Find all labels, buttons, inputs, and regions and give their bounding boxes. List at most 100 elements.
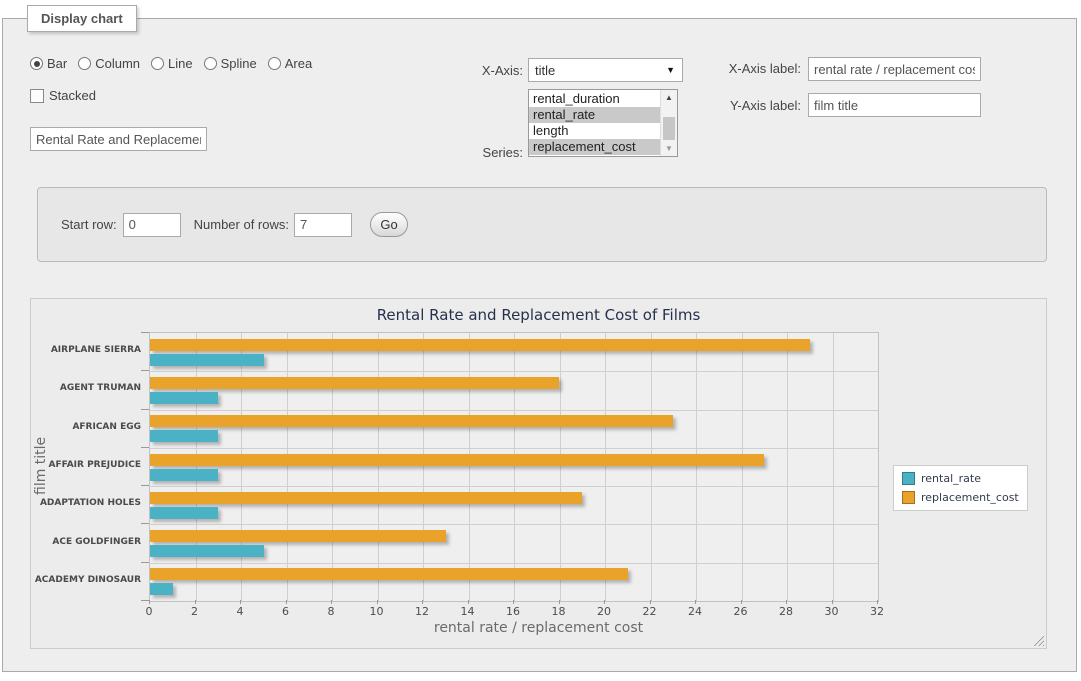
bar-replacement_cost [150, 415, 673, 427]
scroll-up-icon[interactable]: ▲ [661, 90, 677, 105]
series-multiselect[interactable]: rental_durationrental_ratelengthreplacem… [528, 89, 678, 157]
legend-item: rental_rate [902, 472, 1019, 485]
chart-x-axis-title: rental rate / replacement cost [31, 620, 1046, 636]
x-tick-mark [741, 600, 742, 604]
go-button[interactable]: Go [370, 212, 408, 237]
y-tick-mark [141, 562, 149, 563]
radio-label: Spline [221, 56, 257, 71]
number-of-rows-label: Number of rows: [194, 217, 289, 232]
bar-rental_rate [150, 583, 173, 595]
gridline [787, 333, 788, 601]
stacked-label: Stacked [49, 88, 96, 103]
bar-replacement_cost [150, 530, 446, 542]
x-tick-label: 10 [370, 605, 384, 618]
bar-replacement_cost [150, 568, 628, 580]
bar-replacement_cost [150, 339, 810, 351]
category-label: ACADEMY DINOSAUR [34, 575, 141, 585]
series-option-rental_duration[interactable]: rental_duration [529, 91, 660, 107]
y-tick-mark [141, 447, 149, 448]
bar-rental_rate [150, 545, 264, 557]
radio-label: Line [168, 56, 193, 71]
chart-legend: rental_rate replacement_cost [893, 465, 1028, 511]
y-tick-mark [141, 523, 149, 524]
gridline [150, 524, 878, 525]
y-axis-label-field-label: Y-Axis label: [701, 98, 801, 113]
panel-legend: Display chart [27, 5, 137, 32]
radio-icon [30, 57, 43, 70]
resize-handle-icon[interactable] [1033, 635, 1044, 646]
x-tick-label: 14 [461, 605, 475, 618]
gridline [150, 371, 878, 372]
chart-title-input[interactable] [30, 127, 207, 151]
x-tick-mark [331, 600, 332, 604]
series-option-rental_rate[interactable]: rental_rate [529, 107, 660, 123]
gridline [196, 333, 197, 601]
gridline [605, 333, 606, 601]
x-tick-label: 6 [282, 605, 289, 618]
chart-type-radio-column[interactable]: Column [78, 56, 140, 71]
gridline [469, 333, 470, 601]
category-label: AIRPLANE SIERRA [34, 345, 141, 355]
legend-label: replacement_cost [921, 491, 1019, 504]
x-tick-mark [468, 600, 469, 604]
y-tick-mark [141, 600, 149, 601]
chart-type-radio-area[interactable]: Area [268, 56, 312, 71]
gridline [332, 333, 333, 601]
gridline [378, 333, 379, 601]
start-row-input[interactable] [123, 213, 181, 237]
bar-replacement_cost [150, 377, 559, 389]
x-tick-mark [832, 600, 833, 604]
chart-type-radio-group: Bar Column Line Spline Area [30, 56, 312, 71]
series-option-length[interactable]: length [529, 123, 660, 139]
number-of-rows-input[interactable] [294, 213, 352, 237]
x-tick-label: 24 [688, 605, 702, 618]
x-tick-mark [604, 600, 605, 604]
scrollbar-thumb[interactable] [663, 117, 675, 140]
x-tick-mark [650, 600, 651, 604]
bar-rental_rate [150, 392, 218, 404]
stacked-option[interactable]: Stacked [30, 88, 96, 103]
x-tick-label: 0 [146, 605, 153, 618]
x-tick-label: 2 [191, 605, 198, 618]
x-tick-label: 26 [734, 605, 748, 618]
chart-type-radio-bar[interactable]: Bar [30, 56, 67, 71]
radio-icon [78, 57, 91, 70]
x-axis-label-input[interactable] [808, 57, 981, 81]
x-tick-mark [377, 600, 378, 604]
series-option-list: rental_durationrental_ratelengthreplacem… [529, 91, 660, 156]
x-axis-select[interactable]: title ▼ [528, 58, 683, 82]
x-axis-select-label: X-Axis: [433, 63, 523, 78]
x-tick-mark [513, 600, 514, 604]
y-axis-label-input[interactable] [808, 93, 981, 117]
bar-rental_rate [150, 354, 264, 366]
x-tick-label: 18 [552, 605, 566, 618]
bar-rental_rate [150, 469, 218, 481]
radio-label: Bar [47, 56, 67, 71]
bar-rental_rate [150, 507, 218, 519]
gridline [287, 333, 288, 601]
category-label: AFFAIR PREJUDICE [34, 460, 141, 470]
gridline [150, 486, 878, 487]
scroll-down-icon[interactable]: ▼ [661, 141, 677, 156]
category-label: ACE GOLDFINGER [34, 537, 141, 547]
radio-icon [268, 57, 281, 70]
gridline [150, 410, 878, 411]
bar-rental_rate [150, 430, 218, 442]
chart-type-radio-line[interactable]: Line [151, 56, 193, 71]
series-scrollbar[interactable]: ▲ ▼ [660, 90, 677, 156]
x-tick-label: 28 [779, 605, 793, 618]
gridline [651, 333, 652, 601]
x-tick-label: 30 [825, 605, 839, 618]
series-option-replacement_cost[interactable]: replacement_cost [529, 139, 660, 155]
gridline [696, 333, 697, 601]
chart-type-radio-spline[interactable]: Spline [204, 56, 257, 71]
gridline [742, 333, 743, 601]
legend-label: rental_rate [921, 472, 981, 485]
x-tick-mark [695, 600, 696, 604]
legend-swatch [902, 472, 915, 485]
stacked-checkbox[interactable] [30, 89, 44, 103]
category-label: AGENT TRUMAN [34, 383, 141, 393]
x-tick-mark [195, 600, 196, 604]
gridline [514, 333, 515, 601]
plot-area [149, 332, 879, 602]
